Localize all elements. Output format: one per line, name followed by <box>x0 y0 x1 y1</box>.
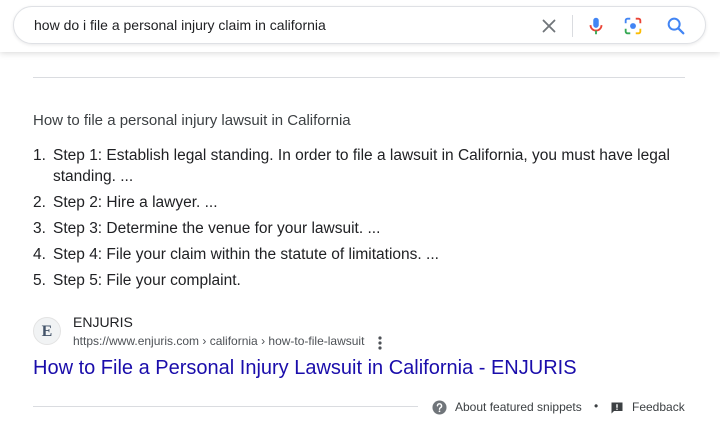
divider-top <box>33 77 685 78</box>
lens-icon[interactable] <box>622 15 644 37</box>
search-header <box>0 0 720 52</box>
snippet-heading: How to file a personal injury lawsuit in… <box>33 112 351 129</box>
help-icon[interactable] <box>432 400 447 415</box>
divider-bottom <box>33 406 418 407</box>
step-number: 4. <box>33 246 46 263</box>
search-icon[interactable] <box>665 15 687 37</box>
snippet-footer: About featured snippets • Feedback <box>432 399 692 417</box>
list-item: 4. Step 4: File your claim within the sta… <box>33 244 673 265</box>
step-text: Step 3: Determine the venue for your law… <box>53 220 381 237</box>
source-block[interactable]: E ENJURIS https://www.enjuris.com › cali… <box>33 314 453 354</box>
search-box[interactable] <box>13 6 706 44</box>
step-number: 5. <box>33 272 46 289</box>
more-options-icon[interactable] <box>369 334 391 352</box>
step-text: Step 2: Hire a lawyer. ... <box>53 194 218 211</box>
list-item: 5. Step 5: File your complaint. <box>33 270 673 291</box>
search-input[interactable] <box>34 7 514 43</box>
clear-icon[interactable] <box>538 15 560 37</box>
result-title-link[interactable]: How to File a Personal Injury Lawsuit in… <box>33 357 577 380</box>
about-featured-snippets-link[interactable]: About featured snippets <box>455 400 582 414</box>
feedback-link[interactable]: Feedback <box>632 400 685 414</box>
step-number: 2. <box>33 194 46 211</box>
footer-separator: • <box>594 399 599 413</box>
search-box-divider <box>572 15 573 37</box>
mic-icon[interactable] <box>585 15 607 37</box>
step-number: 1. <box>33 147 46 164</box>
feedback-icon[interactable] <box>610 401 624 415</box>
list-item: 3. Step 3: Determine the venue for your l… <box>33 218 673 239</box>
step-text: Step 5: File your complaint. <box>53 272 241 289</box>
site-favicon: E <box>33 317 61 345</box>
step-text: Step 4: File your claim within the statu… <box>53 246 439 263</box>
snippet-steps-list: 1. Step 1: Establish legal standing. In o… <box>33 145 673 296</box>
list-item: 1. Step 1: Establish legal standing. In o… <box>33 145 673 187</box>
site-name[interactable]: ENJURIS <box>73 314 133 330</box>
step-number: 3. <box>33 220 46 237</box>
step-text: Step 1: Establish legal standing. In ord… <box>53 147 670 185</box>
site-url[interactable]: https://www.enjuris.com › california › h… <box>73 334 364 348</box>
list-item: 2. Step 2: Hire a lawyer. ... <box>33 192 673 213</box>
